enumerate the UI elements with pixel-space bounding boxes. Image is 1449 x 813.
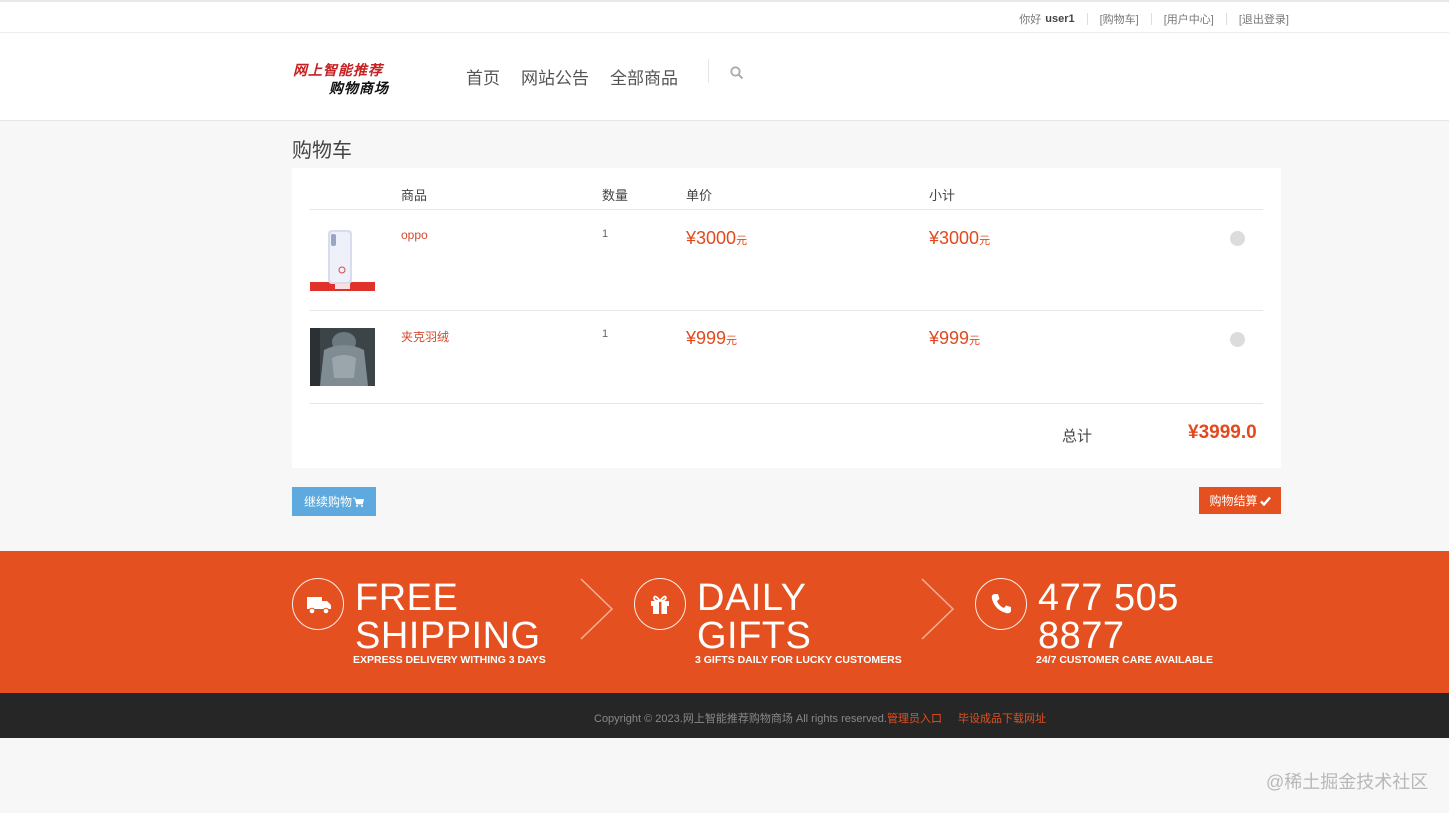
promo-title: DAILY GIFTS [697, 579, 811, 655]
product-unit-price: ¥3000元 [686, 228, 747, 249]
promo-title-line-2: 8877 [1038, 615, 1125, 657]
top-bar-links: 你好 user1 [购物车] [用户中心] [退出登录] [1019, 11, 1289, 27]
phone-icon [991, 594, 1011, 614]
promo-title-line-2: SHIPPING [355, 615, 541, 657]
site-header: 网上智能推荐 购物商场 首页 网站公告 全部商品 [0, 33, 1449, 121]
promo-title-line-1: DAILY [697, 577, 807, 619]
download-link[interactable]: 毕设成品下载网址 [958, 713, 1046, 725]
logout-link[interactable]: [退出登录] [1239, 11, 1289, 27]
remove-item-button[interactable] [1230, 231, 1245, 246]
nav-item-all-products[interactable]: 全部商品 [610, 64, 678, 89]
price-value: ¥999 [686, 328, 727, 348]
product-name-link[interactable]: 夹克羽绒 [401, 328, 449, 345]
divider [1225, 13, 1227, 25]
divider [1086, 13, 1088, 25]
promo-title-line-1: FREE [355, 577, 459, 619]
logo-line-2: 购物商场 [329, 81, 389, 97]
main-nav: 首页 网站公告 全部商品 [466, 64, 699, 89]
cart-table: 商品 数量 单价 小计 oppo 1 ¥3000元 ¥3000元 夹克羽绒 1 [292, 168, 1281, 468]
cart-row: oppo 1 ¥3000元 ¥3000元 [310, 210, 1263, 311]
truck-icon [307, 597, 331, 615]
product-subtotal: ¥3000元 [929, 228, 990, 249]
cart-link[interactable]: [购物车] [1100, 11, 1139, 27]
promo-title-line-1: 477 505 [1038, 577, 1179, 619]
logo-line-1: 网上智能推荐 [293, 63, 383, 79]
promo-icon-circle [634, 578, 686, 630]
site-footer: Copyright © 2023.网上智能推荐购物商场 All rights r… [0, 693, 1449, 738]
subtotal-unit: 元 [969, 335, 981, 347]
subtotal-unit: 元 [979, 235, 991, 247]
continue-shopping-label: 继续购物 [303, 495, 352, 509]
promo-title: FREE SHIPPING [355, 579, 541, 655]
cart-table-header: 商品 数量 单价 小计 [310, 168, 1263, 210]
site-logo[interactable]: 网上智能推荐 购物商场 [293, 60, 398, 100]
product-quantity: 1 [602, 328, 609, 340]
product-image-jacket[interactable] [310, 328, 375, 386]
footer-text: Copyright © 2023.网上智能推荐购物商场 All rights r… [594, 710, 1046, 726]
column-header-quantity: 数量 [602, 188, 629, 203]
column-header-product: 商品 [401, 188, 428, 203]
admin-link[interactable]: 管理员入口 [887, 713, 942, 725]
page-title: 购物车 [292, 140, 352, 162]
user-center-link[interactable]: [用户中心] [1164, 11, 1214, 27]
chevron-right-icon [580, 578, 614, 640]
check-icon [1259, 496, 1271, 506]
watermark: @稀土掘金技术社区 [1266, 772, 1429, 792]
username: user1 [1045, 13, 1075, 25]
promo-title: 477 505 8877 [1038, 579, 1179, 655]
product-quantity: 1 [602, 228, 609, 240]
cart-icon [353, 497, 364, 507]
subtotal-value: ¥3000 [929, 228, 980, 248]
promo-subtitle: 3 GIFTS DAILY FOR LUCKY CUSTOMERS [695, 654, 902, 666]
promo-icon-circle [975, 578, 1027, 630]
product-subtotal: ¥999元 [929, 328, 980, 349]
promo-icon-circle [292, 578, 344, 630]
product-unit-price: ¥999元 [686, 328, 737, 349]
total-value: ¥3999.0 [1188, 422, 1257, 443]
divider [1150, 13, 1152, 25]
promo-band: FREE SHIPPING EXPRESS DELIVERY WITHING 3 … [0, 551, 1449, 693]
checkout-button[interactable]: 购物结算 [1199, 487, 1281, 514]
price-value: ¥3000 [686, 228, 737, 248]
nav-divider [708, 59, 709, 83]
promo-title-line-2: GIFTS [697, 615, 812, 657]
column-header-subtotal: 小计 [929, 188, 956, 203]
checkout-label: 购物结算 [1209, 494, 1258, 508]
subtotal-value: ¥999 [929, 328, 970, 348]
greeting-text: 你好 [1019, 14, 1042, 26]
copyright-text: Copyright © 2023.网上智能推荐购物商场 All rights r… [594, 713, 887, 725]
price-unit: 元 [726, 335, 738, 347]
chevron-right-icon [921, 578, 955, 640]
promo-subtitle: EXPRESS DELIVERY WITHING 3 DAYS [353, 654, 546, 666]
promo-subtitle: 24/7 CUSTOMER CARE AVAILABLE [1036, 654, 1213, 666]
top-bar: 你好 user1 [购物车] [用户中心] [退出登录] [0, 0, 1449, 33]
remove-item-button[interactable] [1230, 332, 1245, 347]
continue-shopping-button[interactable]: 继续购物 [292, 487, 376, 516]
product-name-link[interactable]: oppo [401, 228, 428, 242]
product-image-phone[interactable] [310, 226, 375, 293]
nav-item-announcements[interactable]: 网站公告 [521, 64, 589, 89]
column-header-unit-price: 单价 [686, 188, 713, 203]
nav-item-home[interactable]: 首页 [466, 64, 500, 89]
gift-icon [651, 595, 669, 614]
price-unit: 元 [736, 235, 748, 247]
search-icon[interactable] [730, 66, 744, 80]
cart-row: 夹克羽绒 1 ¥999元 ¥999元 [310, 311, 1263, 404]
total-label: 总计 [1062, 428, 1093, 445]
